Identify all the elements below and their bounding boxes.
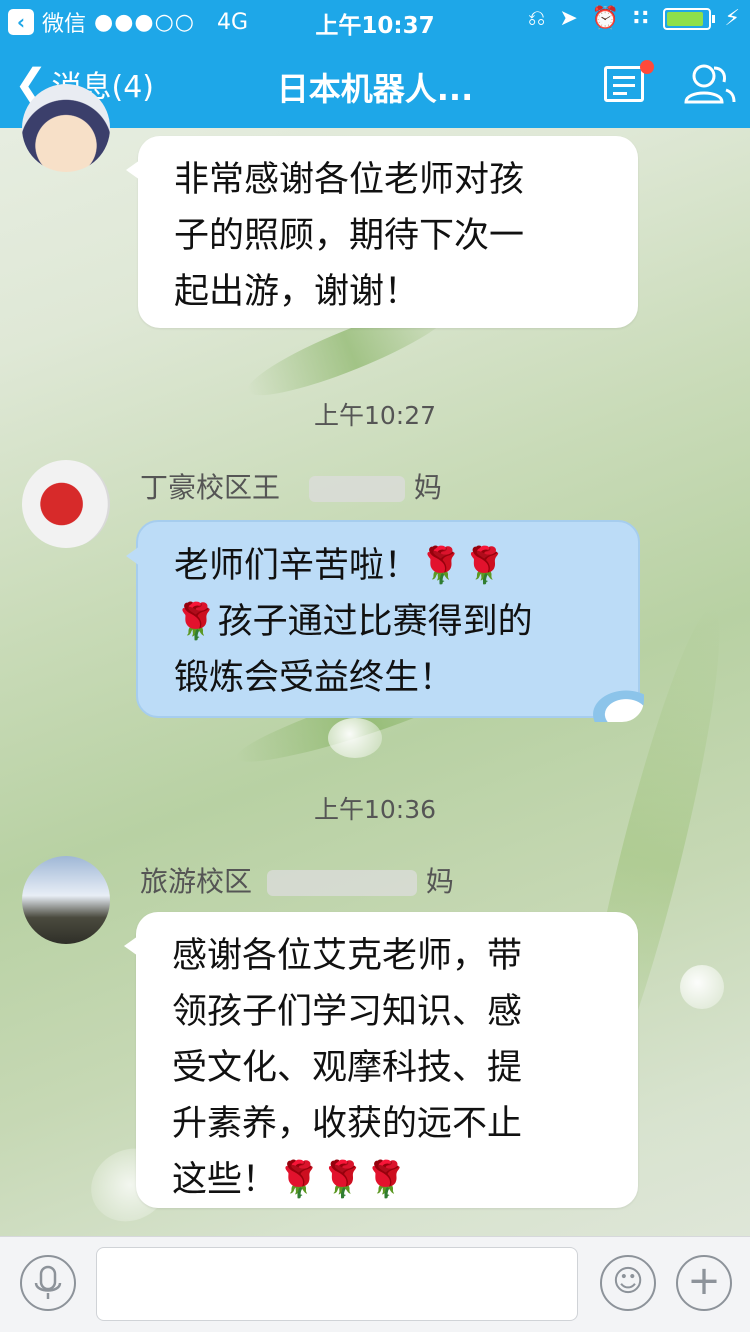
message-line: 升素养，收获的远不止 xyxy=(172,1104,523,1144)
message-input[interactable] xyxy=(96,1247,578,1321)
avatar[interactable] xyxy=(22,84,110,172)
message-line: 这些！🌹🌹🌹 xyxy=(172,1160,408,1200)
plus-icon: + xyxy=(687,1258,721,1304)
battery-icon xyxy=(662,7,715,30)
message-timestamp: 上午10:36 xyxy=(313,795,437,824)
message-line: 领孩子们学习知识、感 xyxy=(172,992,523,1032)
smiley-icon: ☺ xyxy=(612,1264,644,1299)
message-bubble[interactable]: 感谢各位艾克老师，带 领孩子们学习知识、感 受文化、观摩科技、提 升素养，收获的… xyxy=(124,912,638,1208)
sender-name: 丁豪校区王 妈 xyxy=(140,471,442,504)
message-line: 老师们辛苦啦！🌹🌹 xyxy=(174,546,507,586)
status-bar: ‹ 微信 ●●●○○ 4G 上午10:37 ⎌ ➤ ⏰ ∷ ⚡ xyxy=(0,0,750,40)
message-line: 非常感谢各位老师对孩 xyxy=(174,160,525,200)
group-members-icon[interactable] xyxy=(682,62,736,106)
voice-input-button[interactable] xyxy=(20,1255,76,1311)
bluetooth-icon: ∷ xyxy=(633,6,649,31)
notification-dot xyxy=(640,60,654,74)
avatar[interactable] xyxy=(22,460,110,548)
group-notice-icon[interactable] xyxy=(604,66,644,102)
charging-icon: ⚡ xyxy=(724,6,740,31)
microphone-icon xyxy=(34,1265,62,1299)
avatar[interactable] xyxy=(22,856,110,944)
message-line: 🌹孩子通过比赛得到的 xyxy=(174,602,533,642)
chat-header: ❮ 消息(4) 日本机器人... xyxy=(0,40,750,128)
more-options-button[interactable]: + xyxy=(676,1255,732,1311)
background-dewdrop xyxy=(680,965,724,1009)
message-line: 受文化、观摩科技、提 xyxy=(172,1048,523,1088)
emoji-button[interactable]: ☺ xyxy=(600,1255,656,1311)
message-bubble[interactable]: 老师们辛苦啦！🌹🌹 🌹孩子通过比赛得到的 锻炼会受益终生！ xyxy=(126,520,644,722)
message-line: 感谢各位艾克老师，带 xyxy=(172,936,523,976)
background-dewdrop xyxy=(328,718,382,758)
message-bubble[interactable]: 非常感谢各位老师对孩 子的照顾，期待下次一 起出游，谢谢！ xyxy=(126,136,638,328)
message-line: 锻炼会受益终生！ xyxy=(174,658,455,698)
redacted-text xyxy=(266,870,417,896)
rotation-lock-icon: ⎌ xyxy=(527,6,546,31)
location-icon: ➤ xyxy=(559,6,578,31)
redacted-text xyxy=(308,476,405,502)
alarm-icon: ⏰ xyxy=(591,6,620,31)
input-bar: ☺ + xyxy=(0,1236,750,1332)
bubble-wave-decoration xyxy=(584,684,644,722)
message-line: 子的照顾，期待下次一 xyxy=(174,216,525,256)
sender-name: 旅游校区 妈 xyxy=(140,865,454,898)
message-line: 起出游，谢谢！ xyxy=(174,272,420,312)
chat-screen: ‹ 微信 ●●●○○ 4G 上午10:37 ⎌ ➤ ⏰ ∷ ⚡ ❮ 消息(4) … xyxy=(0,0,750,1332)
message-timestamp: 上午10:27 xyxy=(313,401,437,430)
